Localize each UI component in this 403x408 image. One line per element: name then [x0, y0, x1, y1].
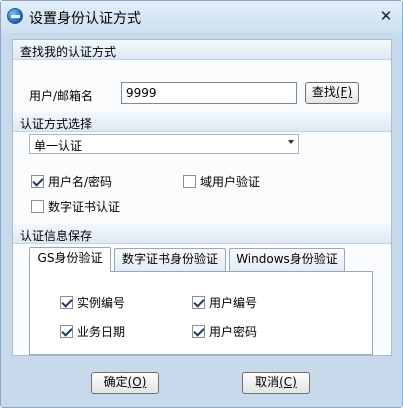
find-section-header: 查找我的认证方式 — [13, 40, 391, 60]
checkbox-user-password[interactable]: 用户密码 — [192, 323, 257, 340]
app-globe-icon — [7, 8, 23, 24]
tab-certificate-auth[interactable]: 数字证书身份验证 — [114, 248, 226, 271]
dialog-window: 设置身份认证方式 ✕ 查找我的认证方式 用户/邮箱名 查找(F) 认证方式选择 … — [0, 0, 403, 408]
ok-button-key: (O) — [127, 375, 147, 389]
checkbox-box — [60, 325, 73, 338]
tab-windows-auth[interactable]: Windows身份验证 — [229, 248, 345, 271]
checkbox-box — [192, 325, 205, 338]
content-panel: 查找我的认证方式 用户/邮箱名 查找(F) 认证方式选择 单一认证 用户名/密码… — [12, 39, 392, 356]
checkbox-box — [31, 175, 44, 188]
username-label: 用户/邮箱名 — [29, 89, 94, 103]
checkbox-box — [183, 175, 196, 188]
checkbox-label: 用户编号 — [209, 296, 258, 310]
find-section-title: 查找我的认证方式 — [20, 45, 117, 59]
checkbox-label: 实例编号 — [77, 296, 126, 310]
find-button-key: (F) — [335, 85, 353, 99]
chevron-down-icon — [288, 140, 294, 144]
cancel-button[interactable]: 取消(C) — [242, 372, 310, 394]
checkbox-label: 数字证书认证 — [48, 200, 121, 214]
close-icon[interactable]: ✕ — [378, 8, 394, 24]
find-button[interactable]: 查找(F) — [305, 82, 359, 104]
tab-container: GS身份验证 数字证书身份验证 Windows身份验证 实例编号 用户编号 业务… — [29, 247, 377, 355]
auth-section-header: 认证方式选择 — [13, 112, 391, 132]
checkbox-label: 业务日期 — [77, 325, 126, 339]
footer-bar: 确定(O) 取消(C) — [1, 358, 402, 407]
auth-method-value: 单一认证 — [34, 139, 83, 153]
checkbox-box — [60, 296, 73, 309]
cancel-button-label: 取消 — [255, 375, 280, 389]
tab-panel: 实例编号 用户编号 业务日期 用户密码 — [29, 271, 373, 355]
save-section-title: 认证信息保存 — [20, 229, 93, 243]
checkbox-label: 域用户验证 — [200, 175, 261, 189]
title-bar[interactable]: 设置身份认证方式 ✕ — [1, 1, 402, 33]
username-input[interactable] — [121, 82, 297, 104]
checkbox-label: 用户名/密码 — [48, 175, 113, 189]
tab-gs-auth[interactable]: GS身份验证 — [29, 247, 111, 272]
auth-section-title: 认证方式选择 — [20, 117, 93, 131]
checkbox-box — [31, 200, 44, 213]
ok-button-label: 确定 — [103, 375, 128, 389]
checkbox-username-password[interactable]: 用户名/密码 — [31, 173, 112, 190]
checkbox-user-number[interactable]: 用户编号 — [192, 294, 257, 311]
checkbox-box — [192, 296, 205, 309]
window-title: 设置身份认证方式 — [29, 11, 141, 27]
checkbox-business-date[interactable]: 业务日期 — [60, 323, 125, 340]
cancel-button-key: (C) — [279, 375, 297, 389]
checkbox-digital-certificate[interactable]: 数字证书认证 — [31, 198, 120, 215]
save-section-header: 认证信息保存 — [13, 224, 391, 244]
find-button-label: 查找 — [311, 85, 336, 99]
checkbox-instance-number[interactable]: 实例编号 — [60, 294, 125, 311]
checkbox-domain-user[interactable]: 域用户验证 — [183, 173, 260, 190]
auth-method-select[interactable]: 单一认证 — [29, 134, 299, 154]
ok-button[interactable]: 确定(O) — [91, 372, 159, 394]
checkbox-label: 用户密码 — [209, 325, 258, 339]
